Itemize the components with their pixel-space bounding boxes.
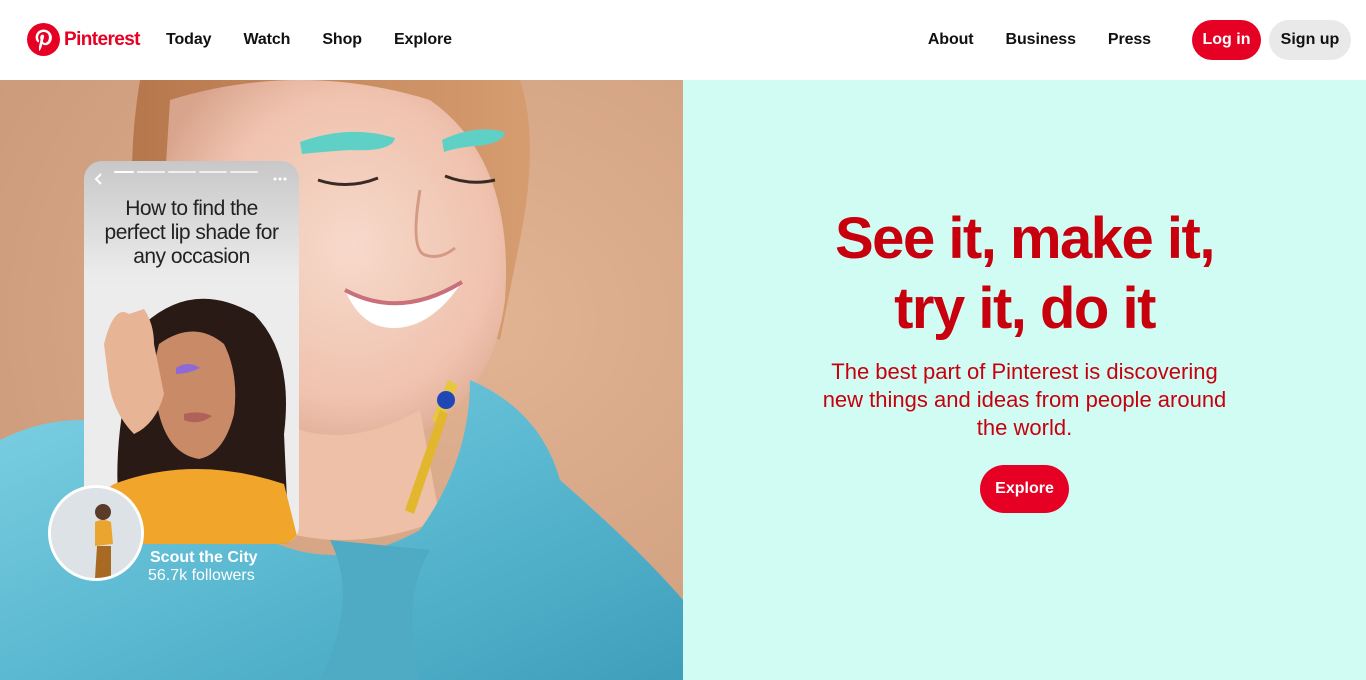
back-chevron-icon[interactable] — [93, 173, 105, 185]
nav-explore[interactable]: Explore — [394, 31, 452, 49]
hero-text-panel: See it, make it, try it, do it The best … — [683, 80, 1366, 680]
nav-today[interactable]: Today — [166, 31, 212, 49]
hero-headline-line-1: See it, make it, — [835, 206, 1215, 271]
story-progress-pill — [114, 171, 134, 173]
nav-press[interactable]: Press — [1108, 31, 1151, 49]
nav-watch[interactable]: Watch — [243, 31, 290, 49]
creator-avatar-photo — [51, 488, 141, 578]
pinterest-logo-icon — [27, 23, 60, 56]
creator-followers: 56.7k followers — [148, 567, 255, 584]
story-progress-pill — [137, 171, 165, 173]
nav-about[interactable]: About — [928, 31, 974, 49]
pinterest-logo[interactable]: Pinterest — [27, 23, 141, 56]
nav-shop[interactable]: Shop — [322, 31, 362, 49]
more-options-icon[interactable] — [273, 177, 287, 181]
story-progress-pill — [199, 171, 227, 173]
secondary-nav: About Business Press — [896, 0, 1151, 80]
story-card[interactable]: How to find the perfect lip shade for an… — [84, 161, 299, 544]
signup-button[interactable]: Sign up — [1269, 20, 1351, 60]
creator-avatar[interactable] — [48, 485, 144, 581]
creator-name[interactable]: Scout the City — [150, 549, 258, 567]
explore-button[interactable]: Explore — [980, 465, 1069, 513]
logo-wordmark: Pinterest — [64, 28, 141, 50]
story-progress-pill — [230, 171, 258, 173]
top-header: Pinterest Today Watch Shop Explore About… — [0, 0, 1366, 80]
hero-headline: See it, make it, try it, do it — [683, 204, 1366, 344]
hero-subtext: The best part of Pinterest is discoverin… — [822, 359, 1227, 440]
hero-headline-line-2: try it, do it — [894, 276, 1156, 341]
story-progress-bar — [84, 161, 299, 191]
primary-nav: Today Watch Shop Explore — [166, 0, 484, 80]
login-button[interactable]: Log in — [1192, 20, 1261, 60]
story-title: How to find the perfect lip shade for an… — [104, 197, 279, 268]
hero-photo-panel: How to find the perfect lip shade for an… — [0, 80, 683, 680]
story-progress-pills — [114, 171, 258, 173]
nav-business[interactable]: Business — [1006, 31, 1076, 49]
story-progress-pill — [168, 171, 196, 173]
